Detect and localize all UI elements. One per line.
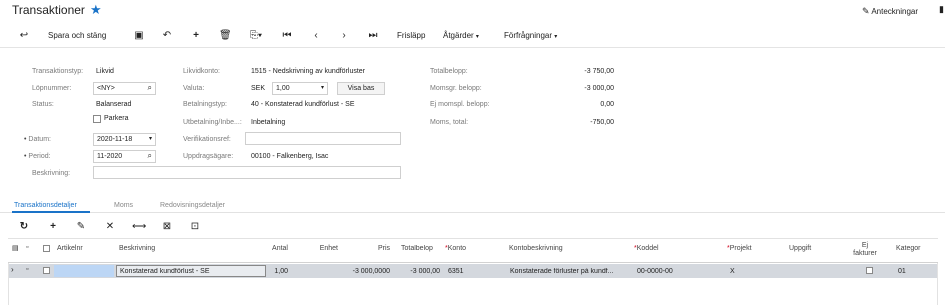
vatable-amount-value: -3 000,00 <box>584 85 614 92</box>
previous-record-icon[interactable]: ‹ <box>310 30 322 42</box>
date-value: 2020-11-18 <box>97 136 133 143</box>
add-icon[interactable]: + <box>190 30 202 42</box>
currency-label: Valuta: <box>183 85 205 92</box>
tab-transaction-details[interactable]: Transaktionsdetaljer <box>14 202 77 209</box>
edit-row-icon[interactable]: ✎ <box>75 221 87 233</box>
col-cost-code[interactable]: *Koddel <box>634 245 659 252</box>
nonvat-amount-label: Ej momspl. belopp: <box>430 101 490 108</box>
verification-ref-label: Verifikationsref: <box>183 136 231 143</box>
exchange-rate-field[interactable]: 1,00 ▾ <box>272 82 328 95</box>
date-label: • Datum: <box>24 136 51 143</box>
back-arrow-icon[interactable]: ↩ <box>18 30 30 42</box>
delete-icon[interactable]: 🗑 <box>219 30 232 42</box>
col-account[interactable]: *Konto <box>445 245 466 252</box>
more-icon[interactable]: ▮ <box>939 4 944 15</box>
period-label: • Period: <box>24 153 51 160</box>
col-project[interactable]: *Projekt <box>727 245 752 252</box>
release-button[interactable]: Frisläpp <box>397 30 425 42</box>
tab-accounting-details[interactable]: Redovisningsdetaljer <box>160 202 225 209</box>
col-quantity[interactable]: Antal <box>262 245 288 252</box>
last-record-icon[interactable]: ⏭ <box>367 30 379 42</box>
total-amount-label: Totalbelopp: <box>430 68 468 75</box>
verification-ref-field[interactable] <box>245 132 401 145</box>
favorite-star-icon[interactable]: ★ <box>90 2 102 18</box>
status-label: Status: <box>32 101 54 108</box>
vat-total-label: Moms, total: <box>430 119 469 126</box>
first-record-icon[interactable]: ⏮ <box>281 30 293 42</box>
transaction-type-label: Transaktionstyp: <box>32 68 84 75</box>
edit-icon: ✎ <box>862 6 870 16</box>
vat-total-value: -750,00 <box>590 119 614 126</box>
notes-button[interactable]: ✎ Anteckningar <box>862 6 918 17</box>
col-category[interactable]: Kategor <box>896 245 921 252</box>
delete-row-icon[interactable]: ✕ <box>104 221 116 233</box>
refresh-icon[interactable]: ↻ <box>18 221 30 233</box>
show-base-label: Visa bas <box>347 85 375 92</box>
search-icon[interactable]: ⌕ <box>148 83 152 93</box>
grid-body <box>8 263 938 305</box>
cash-account-value: 1515 - Nedskrivning av kundförluster <box>251 68 366 75</box>
add-row-icon[interactable]: + <box>47 221 59 233</box>
park-checkbox[interactable] <box>93 115 101 123</box>
tab-bar <box>0 212 945 213</box>
select-all-checkbox[interactable] <box>43 245 50 252</box>
actions-menu[interactable]: Åtgärder ▾ <box>443 30 479 43</box>
nonvat-amount-value: 0,00 <box>600 101 614 108</box>
export-excel-icon[interactable]: ⊠ <box>161 221 173 233</box>
col-non-invoiced[interactable]: Ej fakturer <box>850 242 880 258</box>
save-close-button[interactable]: Spara och stäng <box>48 30 106 42</box>
col-total[interactable]: Totalbelop <box>401 245 443 252</box>
description-field[interactable] <box>93 166 401 179</box>
show-base-button[interactable]: Visa bas <box>337 82 385 95</box>
col-description[interactable]: Beskrivning <box>119 245 155 252</box>
transaction-type-value: Likvid <box>96 68 114 75</box>
total-amount-value: -3 750,00 <box>584 68 614 75</box>
serial-number-label: Löpnummer: <box>32 85 72 92</box>
col-article[interactable]: Artikelnr <box>57 245 83 252</box>
period-field[interactable]: 11-2020 ⌕ <box>93 150 156 163</box>
page-title: Transaktioner <box>12 3 85 17</box>
undo-icon[interactable]: ↶ <box>161 30 173 42</box>
payment-direction-value: Inbetalning <box>251 119 286 126</box>
client-label: Uppdragsägare: <box>183 153 234 160</box>
park-label: Parkera <box>104 115 129 122</box>
col-unit[interactable]: Enhet <box>300 245 338 252</box>
col-price[interactable]: Pris <box>350 245 390 252</box>
payment-type-value: 40 - Konstaterad kundförlust - SE <box>251 101 355 108</box>
currency-value: SEK <box>251 85 266 92</box>
chevron-down-icon[interactable]: ▾ <box>321 84 324 91</box>
notes-icon: ▫ <box>26 244 29 251</box>
client-value: 00100 - Falkenberg, Isac <box>251 153 329 160</box>
date-field[interactable]: 2020-11-18 ▾ <box>93 133 156 146</box>
exchange-rate-value: 1,00 <box>276 85 290 92</box>
payment-direction-label: Utbetalning/Inbe...: <box>183 119 242 126</box>
next-record-icon[interactable]: › <box>338 30 350 42</box>
chevron-down-icon: ▾ <box>554 34 558 40</box>
cash-account-label: Likvidkonto: <box>183 68 220 75</box>
serial-number-field[interactable]: <NY> ⌕ <box>93 82 156 95</box>
col-account-description[interactable]: Kontobeskrivning <box>509 245 563 252</box>
import-icon[interactable]: ⊡ <box>189 221 201 233</box>
col-task[interactable]: Uppgift <box>789 245 811 252</box>
serial-number-value: <NY> <box>97 85 115 92</box>
status-value: Balanserad <box>96 101 132 108</box>
files-icon: ▤ <box>12 245 19 252</box>
chevron-down-icon: ▾ <box>475 34 479 40</box>
notes-label: Anteckningar <box>871 7 919 16</box>
copy-paste-icon[interactable]: ⎘▾ <box>247 30 265 42</box>
period-value: 11-2020 <box>97 153 123 160</box>
inquiries-label: Förfrågningar <box>504 31 553 40</box>
active-tab-underline <box>12 211 90 213</box>
actions-label: Åtgärder <box>443 31 474 40</box>
save-icon[interactable]: ▣ <box>133 30 145 42</box>
search-icon[interactable]: ⌕ <box>148 151 152 161</box>
chevron-down-icon[interactable]: ▾ <box>149 135 152 142</box>
description-label: Beskrivning: <box>32 170 71 177</box>
tab-vat[interactable]: Moms <box>114 202 133 209</box>
fit-columns-icon[interactable]: ⟷ <box>132 221 146 233</box>
payment-type-label: Betalningstyp: <box>183 101 227 108</box>
vatable-amount-label: Momsgr. belopp: <box>430 85 482 92</box>
inquiries-menu[interactable]: Förfrågningar ▾ <box>504 30 557 43</box>
